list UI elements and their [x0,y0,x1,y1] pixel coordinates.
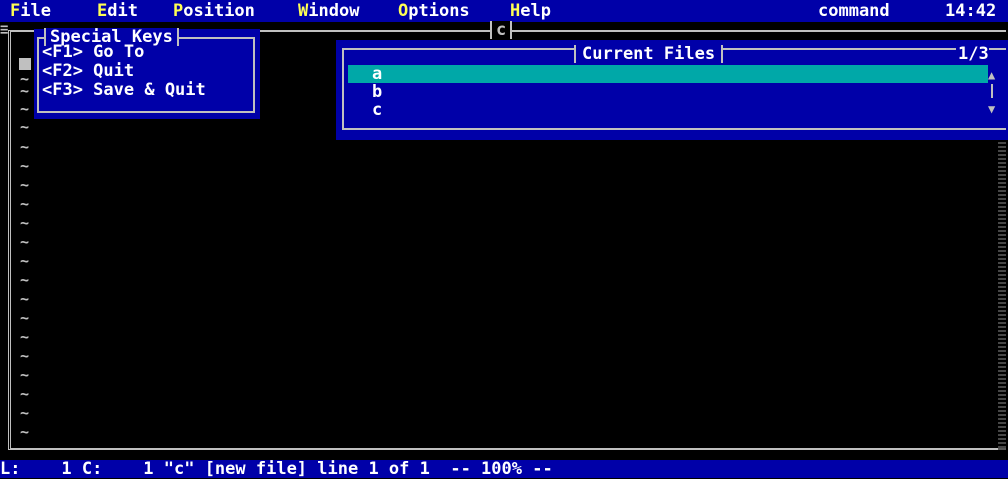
window-menu-icon[interactable]: ≡ [0,23,10,37]
tilde-marker: ~ [20,233,30,251]
menu-help[interactable]: Help [510,2,551,20]
file-item-a[interactable]: a [348,65,988,83]
file-count: 1/3 [956,44,989,64]
menu-file[interactable]: File [10,2,51,20]
scroll-track[interactable] [991,84,993,98]
key-save-quit[interactable]: <F3> Save & Quit [42,81,206,99]
menu-window[interactable]: Window [298,2,359,20]
file-item-b[interactable]: b [348,83,988,101]
menu-position[interactable]: Position [173,2,255,20]
special-keys-panel: Special Keys <F1> Go To <F2> Quit <F3> S… [34,28,260,119]
tilde-marker: ~ [20,252,30,270]
tilde-marker: ~ [20,271,30,289]
clock: 14:42 [945,1,997,21]
current-files-title: Current Files [574,45,724,63]
tilde-marker: ~ [20,366,30,384]
tilde-marker: ~ [20,347,30,365]
tilde-marker: ~ [20,176,30,194]
status-text: L: 1 C: 1 "c" [new file] line 1 of 1 -- … [0,459,553,479]
status-bar: L: 1 C: 1 "c" [new file] line 1 of 1 -- … [0,460,1008,478]
file-item-c[interactable]: c [348,101,988,119]
menu-edit[interactable]: Edit [97,2,138,20]
key-goto[interactable]: <F1> Go To [42,43,144,61]
tilde-marker: ~ [20,290,30,308]
menu-bar: File Edit Position Window Options Help c… [0,0,1008,22]
tilde-marker: ~ [20,138,30,156]
text-cursor [19,58,31,70]
tilde-marker: ~ [20,309,30,327]
current-files-panel: Current Files 1/3 a b c ▲ ▼ [336,40,1008,140]
tilde-marker: ~ [20,385,30,403]
editor-title: c [490,21,513,39]
key-quit[interactable]: <F2> Quit [42,62,134,80]
tilde-marker: ~ [20,100,30,118]
tilde-marker: ~ [20,195,30,213]
mode-indicator: command [818,1,890,21]
menu-options[interactable]: Options [398,2,470,20]
tilde-marker: ~ [20,214,30,232]
scroll-up-icon[interactable]: ▲ [988,66,995,84]
tilde-marker: ~ [20,404,30,422]
tilde-marker: ~ [20,118,30,136]
scroll-down-icon[interactable]: ▼ [988,100,995,118]
tilde-marker: ~ [20,82,30,100]
tilde-marker: ~ [20,328,30,346]
tilde-marker: ~ [20,423,30,441]
tilde-marker: ~ [20,157,30,175]
editor-scrollbar[interactable] [998,98,1006,450]
